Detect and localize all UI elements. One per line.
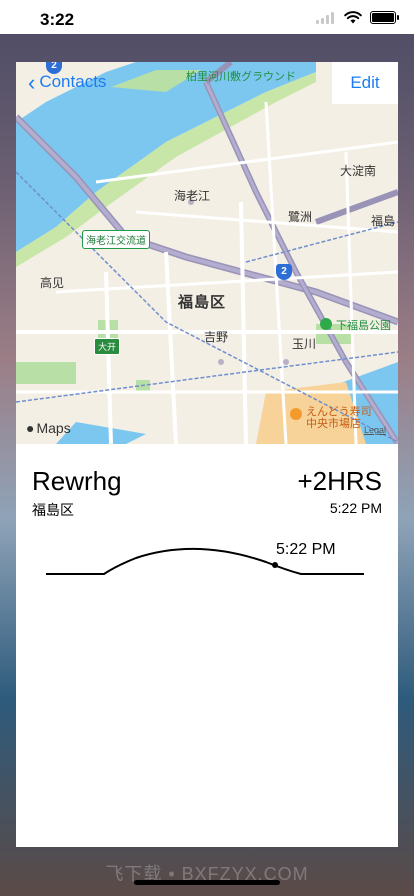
home-indicator[interactable]: [134, 880, 280, 885]
map-graphic: [16, 62, 398, 444]
city-name: Rewrhg: [32, 466, 122, 496]
time-offset: +2HRS: [297, 466, 382, 496]
status-bar: 3:22: [0, 0, 414, 34]
daylight-curve: [46, 547, 364, 575]
apple-icon: ●: [26, 420, 35, 436]
map-label-ohiraki: 大开: [94, 338, 121, 355]
time-details: Rewrhg 福島区 +2HRS 5:22 PM 5:22 PM: [16, 444, 398, 847]
map-label-river-park: 柏里河川敷グラウンド: [186, 71, 296, 83]
map-label-osu: 鷺洲: [288, 210, 313, 224]
cellular-signal-icon: [316, 11, 336, 24]
back-button[interactable]: ‹ Contacts: [28, 69, 107, 95]
map-label-tamagawa: 玉川: [292, 337, 317, 351]
contact-card: 柏里河川敷グラウンド 海老江 鷺洲 福島区 吉野 玉川 高见 下福島公園 福島 …: [16, 62, 398, 847]
map-label-sushi: えんどう寿司 中央市場店: [306, 406, 372, 430]
map-label-fukushima-ku: 福島区: [178, 294, 227, 311]
map-label-oyodo-minami: 大淀南: [340, 164, 377, 178]
map-label-shimofukushima-park: 下福島公園: [336, 320, 391, 332]
status-icons: [316, 11, 399, 24]
legal-link[interactable]: Legal: [364, 425, 386, 435]
map-view[interactable]: 柏里河川敷グラウンド 海老江 鷺洲 福島区 吉野 玉川 高见 下福島公園 福島 …: [16, 62, 398, 444]
local-time: 5:22 PM: [329, 500, 382, 516]
apple-maps-logo: ● Maps: [26, 420, 71, 436]
map-label-yoshino: 吉野: [204, 330, 229, 344]
status-time: 3:22: [40, 10, 75, 29]
chevron-left-icon: ‹: [28, 69, 36, 95]
map-label-takami: 高见: [40, 276, 65, 290]
curve-time-label: 5:22 PM: [276, 541, 336, 558]
wifi-icon: [344, 11, 362, 24]
edit-button[interactable]: Edit: [332, 62, 398, 104]
back-button-label: Contacts: [39, 72, 107, 91]
region-name: 福島区: [32, 502, 74, 518]
highway-shield-icon: 2: [276, 264, 292, 280]
map-label-fukushima: 福島: [371, 214, 396, 228]
map-label-kaiebin: 海老江: [174, 189, 211, 203]
current-time-dot: [272, 562, 278, 568]
map-label-kaiebin-junction: 海老江交流道: [82, 230, 150, 249]
battery-icon: [370, 11, 399, 24]
